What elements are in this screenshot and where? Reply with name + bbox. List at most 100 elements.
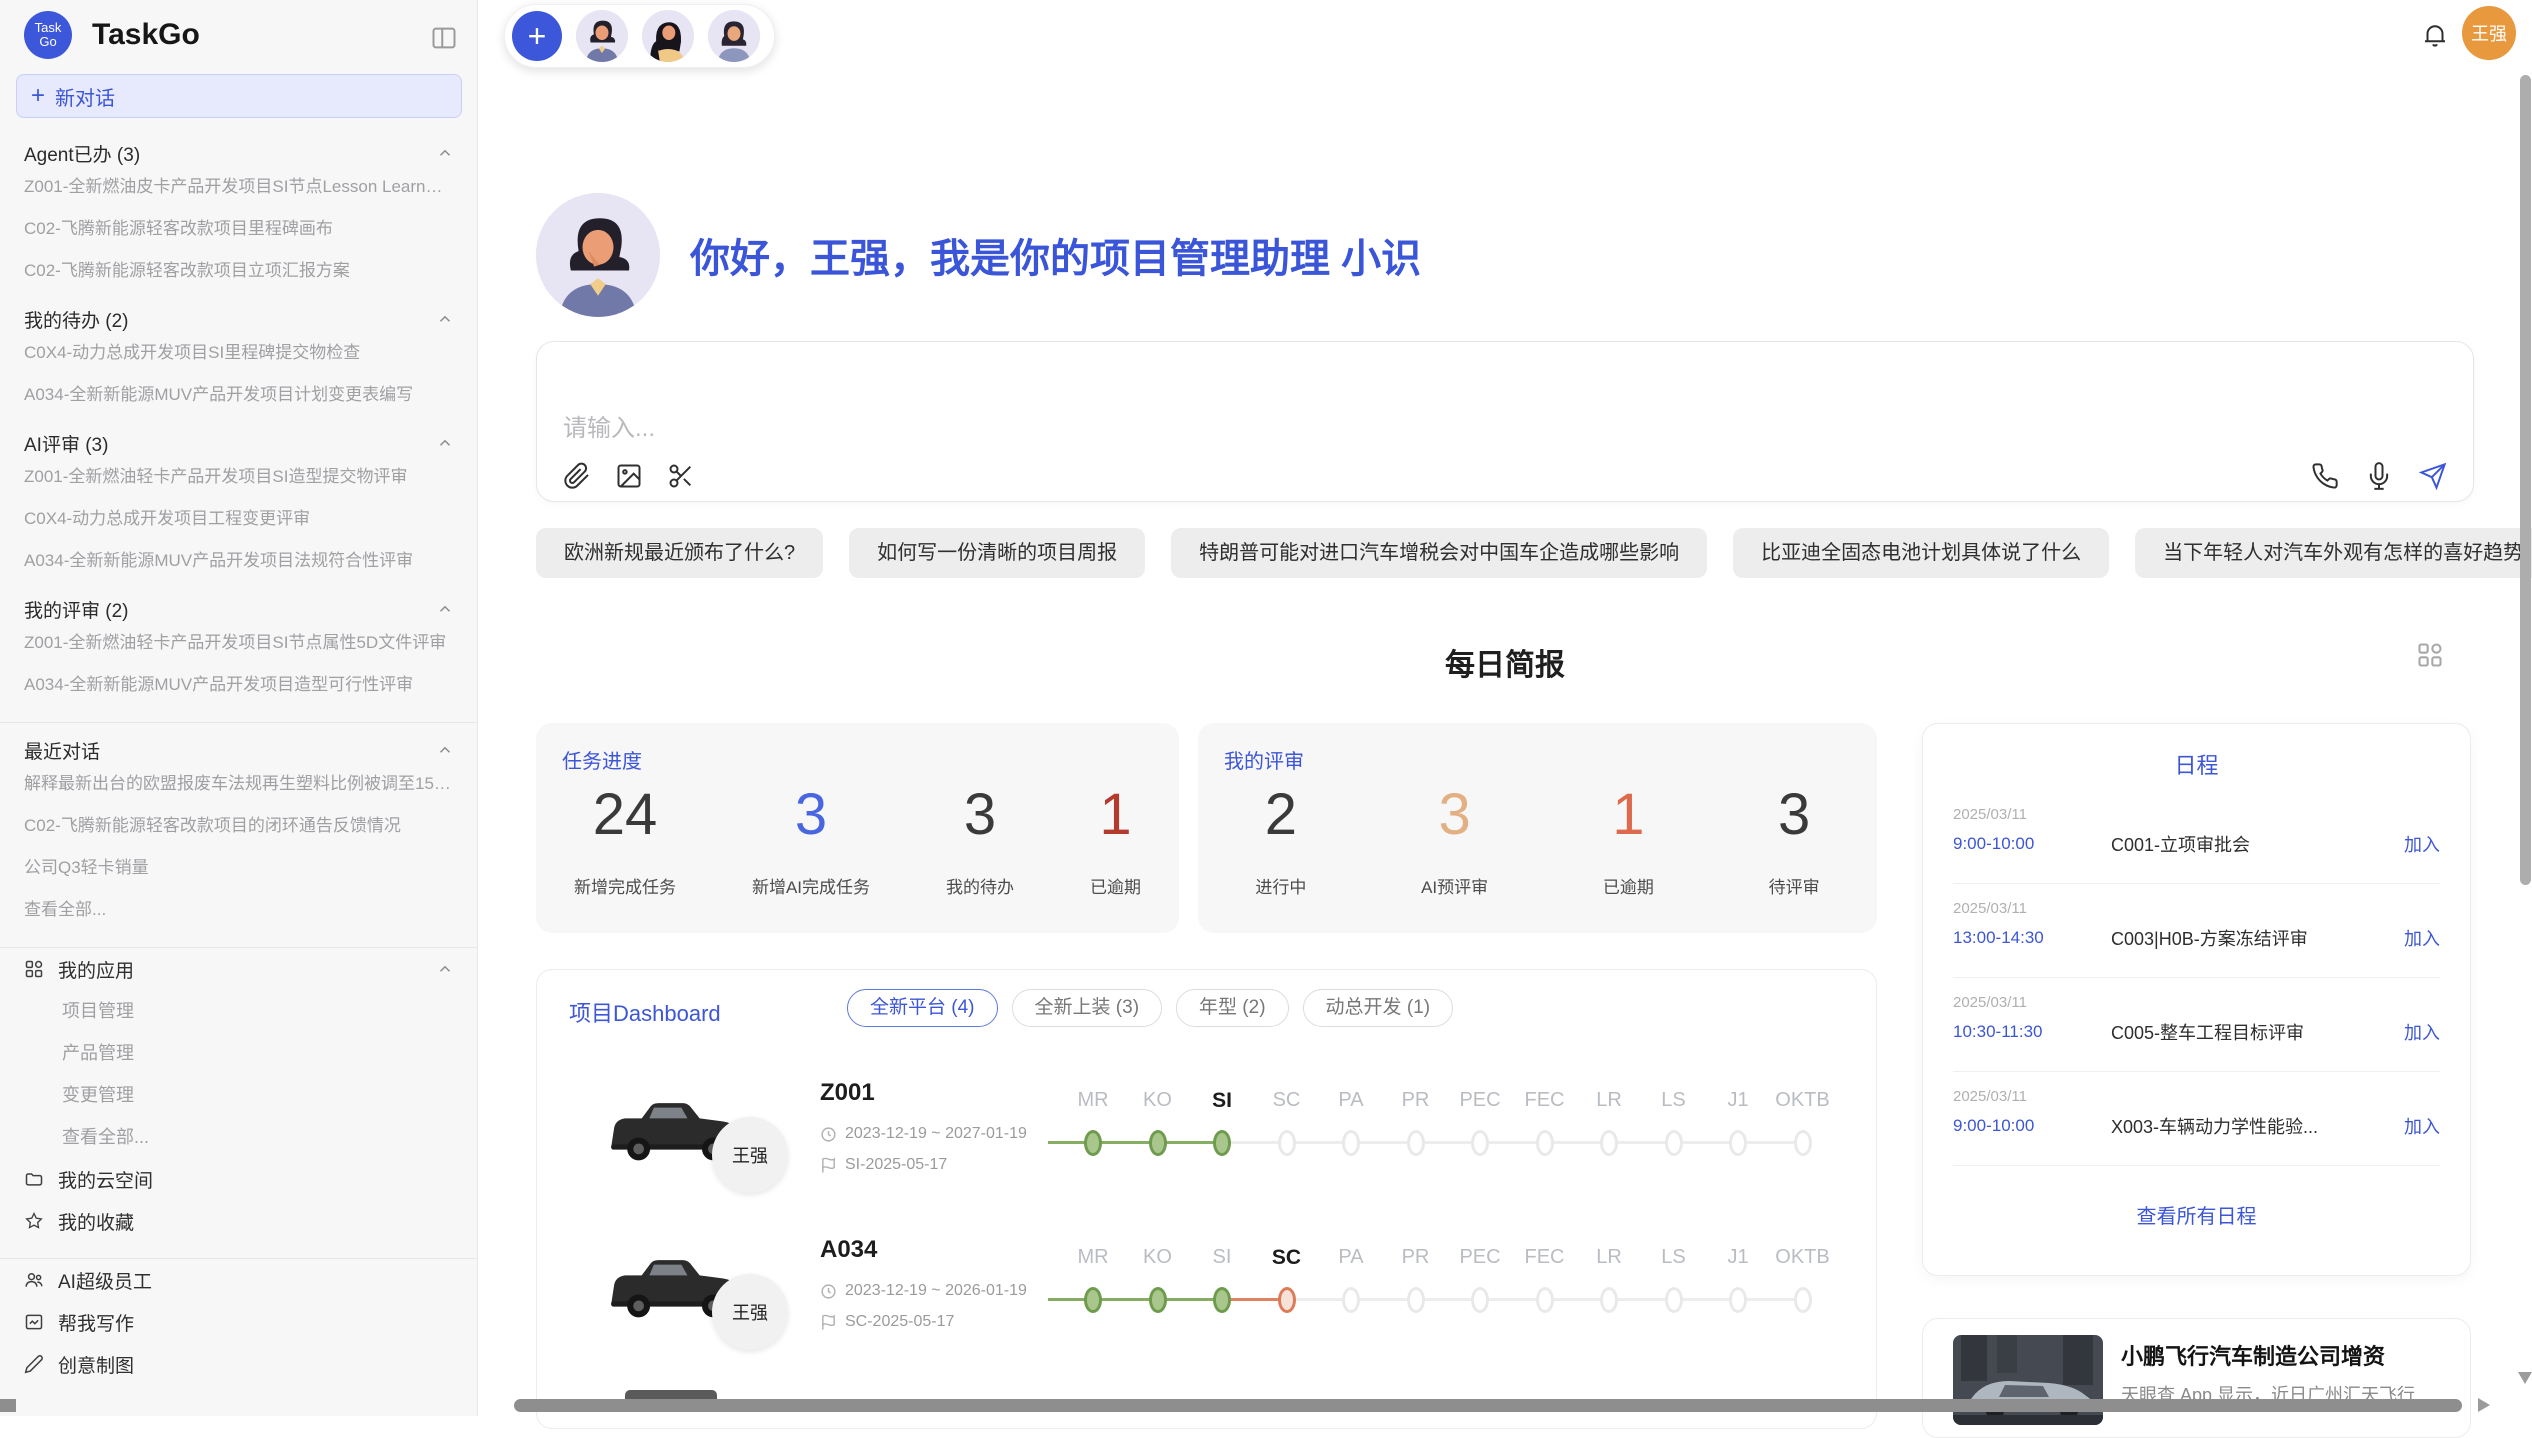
milestone-dot-fec[interactable]: [1536, 1287, 1554, 1313]
session-avatar[interactable]: [642, 10, 694, 62]
horizontal-scrollbar[interactable]: [514, 1399, 2462, 1412]
milestone-dot-si[interactable]: [1213, 1287, 1231, 1313]
suggestion-chip[interactable]: 如何写一份清晰的项目周报: [849, 528, 1145, 578]
suggestion-chip[interactable]: 当下年轻人对汽车外观有怎样的喜好趋势: [2135, 528, 2532, 578]
my-todo-item[interactable]: A034-全新新能源MUV产品开发项目计划变更表编写: [24, 374, 454, 416]
phone-icon[interactable]: [2311, 462, 2339, 490]
news-card[interactable]: 小鹏飞行汽车制造公司增资 天眼查 App 显示，近日广州汇天飞行汽...: [1922, 1318, 2471, 1438]
sidebar-collapse-icon[interactable]: [430, 24, 458, 52]
milestone-dot-sc[interactable]: [1278, 1130, 1296, 1156]
briefing-layout-icon[interactable]: [2416, 641, 2444, 669]
join-meeting-link[interactable]: 加入: [2404, 1019, 2440, 1045]
user-avatar[interactable]: 王强: [2462, 6, 2516, 60]
my-review-item[interactable]: A034-全新新能源MUV产品开发项目造型可行性评审: [24, 664, 454, 706]
app-item[interactable]: 查看全部...: [24, 1116, 454, 1158]
agent-done-item[interactable]: C02-飞腾新能源轻客改款项目立项汇报方案: [24, 250, 454, 292]
recent-chat-item[interactable]: 查看全部...: [24, 889, 454, 931]
join-meeting-link[interactable]: 加入: [2404, 1113, 2440, 1139]
suggestion-chip[interactable]: 比亚迪全固态电池计划具体说了什么: [1733, 528, 2109, 578]
ai-super-staff[interactable]: AI超级员工: [24, 1259, 454, 1301]
my-cloud-space[interactable]: 我的云空间: [24, 1158, 454, 1200]
milestone-dot-pec[interactable]: [1471, 1287, 1489, 1313]
milestone-dot-oktb[interactable]: [1794, 1130, 1812, 1156]
milestone-dot-oktb[interactable]: [1794, 1287, 1812, 1313]
dashboard-filter-pill[interactable]: 年型 (2): [1176, 989, 1289, 1027]
milestone-dot-ls[interactable]: [1665, 1287, 1683, 1313]
suggestion-chip[interactable]: 特朗普可能对进口汽车增税会对中国车企造成哪些影响: [1171, 528, 1707, 578]
milestone-dot-lr[interactable]: [1600, 1287, 1618, 1313]
project-row[interactable]: 王强 Z001 2023-12-19 ~ 2027-01-19 SI-2025-…: [537, 1065, 1876, 1225]
agent-done-item[interactable]: C02-飞腾新能源轻客改款项目里程碑画布: [24, 208, 454, 250]
ai-review-item[interactable]: A034-全新新能源MUV产品开发项目法规符合性评审: [24, 540, 454, 582]
milestone-dot-mr[interactable]: [1084, 1287, 1102, 1313]
attachment-icon[interactable]: [563, 462, 591, 490]
chevron-up-icon[interactable]: [436, 600, 454, 618]
section-my-todo[interactable]: 我的待办 (2): [24, 306, 454, 332]
session-avatar[interactable]: [708, 10, 760, 62]
microphone-icon[interactable]: [2365, 462, 2393, 490]
sidebar-scrollbar-stub[interactable]: [0, 1399, 16, 1412]
ai-review-item[interactable]: Z001-全新燃油轻卡产品开发项目SI造型提交物评审: [24, 456, 454, 498]
scissors-icon[interactable]: [667, 462, 695, 490]
scroll-down-arrow[interactable]: [2518, 1372, 2532, 1384]
chevron-up-icon[interactable]: [436, 144, 454, 162]
send-icon[interactable]: [2419, 462, 2447, 490]
creative-drawing[interactable]: 创意制图: [24, 1343, 454, 1385]
chat-input-box[interactable]: 请输入...: [536, 341, 2474, 502]
app-item[interactable]: 产品管理: [24, 1032, 454, 1074]
join-meeting-link[interactable]: 加入: [2404, 831, 2440, 857]
section-agent-done[interactable]: Agent已办 (3): [24, 140, 454, 166]
milestone-dot-mr[interactable]: [1084, 1130, 1102, 1156]
milestone-dot-ko[interactable]: [1149, 1287, 1167, 1313]
milestone-dot-pec[interactable]: [1471, 1130, 1489, 1156]
section-my-review[interactable]: 我的评审 (2): [24, 596, 454, 622]
milestone-dot-j1[interactable]: [1729, 1130, 1747, 1156]
notification-bell-icon[interactable]: [2420, 20, 2450, 50]
dashboard-filter-pill[interactable]: 全新平台 (4): [847, 989, 998, 1027]
app-item[interactable]: 项目管理: [24, 990, 454, 1032]
my-apps-row[interactable]: 我的应用: [24, 948, 454, 990]
schedule-event-name: C001-立项审批会: [2111, 831, 2404, 857]
milestone-dot-si[interactable]: [1213, 1130, 1231, 1156]
dashboard-filter-pill[interactable]: 全新上装 (3): [1012, 989, 1163, 1027]
vertical-scrollbar[interactable]: [2520, 75, 2531, 885]
milestone-label: LR: [1577, 1089, 1641, 1112]
milestone-dot-sc[interactable]: [1278, 1287, 1296, 1313]
join-meeting-link[interactable]: 加入: [2404, 925, 2440, 951]
milestone-dot-pa[interactable]: [1342, 1287, 1360, 1313]
milestone-dot-pa[interactable]: [1342, 1130, 1360, 1156]
chevron-up-icon[interactable]: [436, 310, 454, 328]
milestone-dot-lr[interactable]: [1600, 1130, 1618, 1156]
my-favorites[interactable]: 我的收藏: [24, 1200, 454, 1242]
milestone-dot-j1[interactable]: [1729, 1287, 1747, 1313]
add-session-button[interactable]: +: [512, 11, 562, 61]
project-row[interactable]: 王强 A034 2023-12-19 ~ 2026-01-19 SC-2025-…: [537, 1222, 1876, 1382]
new-chat-button[interactable]: + 新对话: [16, 74, 462, 118]
milestone-dot-pr[interactable]: [1407, 1287, 1425, 1313]
recent-chat-item[interactable]: C02-飞腾新能源轻客改款项目的闭环通告反馈情况: [24, 805, 454, 847]
recent-chat-item[interactable]: 解释最新出台的欧盟报废车法规再生塑料比例被调至15%...: [24, 763, 454, 805]
agent-done-item[interactable]: Z001-全新燃油皮卡产品开发项目SI节点Lesson Learn报告: [24, 166, 454, 208]
my-review-item[interactable]: Z001-全新燃油轻卡产品开发项目SI节点属性5D文件评审: [24, 622, 454, 664]
chevron-up-icon[interactable]: [436, 434, 454, 452]
milestone-dot-ls[interactable]: [1665, 1130, 1683, 1156]
view-all-schedule-link[interactable]: 查看所有日程: [1923, 1200, 2470, 1229]
help-me-write[interactable]: 帮我写作: [24, 1301, 454, 1343]
milestone-dot-fec[interactable]: [1536, 1130, 1554, 1156]
dashboard-filter-pill[interactable]: 动总开发 (1): [1303, 989, 1454, 1027]
milestone-dot-ko[interactable]: [1149, 1130, 1167, 1156]
scroll-right-arrow[interactable]: [2478, 1398, 2490, 1412]
recent-chat-item[interactable]: 公司Q3轻卡销量: [24, 847, 454, 889]
section-recent-chats[interactable]: 最近对话: [24, 737, 454, 763]
chevron-up-icon[interactable]: [436, 741, 454, 759]
ai-review-item[interactable]: C0X4-动力总成开发项目工程变更评审: [24, 498, 454, 540]
session-avatar[interactable]: [576, 10, 628, 62]
image-icon[interactable]: [615, 462, 643, 490]
my-todo-item[interactable]: C0X4-动力总成开发项目SI里程碑提交物检查: [24, 332, 454, 374]
suggestion-chip[interactable]: 欧洲新规最近颁布了什么?: [536, 528, 823, 578]
chevron-up-icon[interactable]: [436, 960, 454, 978]
milestone-dot-pr[interactable]: [1407, 1130, 1425, 1156]
app-item[interactable]: 变更管理: [24, 1074, 454, 1116]
section-ai-review[interactable]: AI评审 (3): [24, 430, 454, 456]
milestone-line: [1738, 1298, 1803, 1301]
